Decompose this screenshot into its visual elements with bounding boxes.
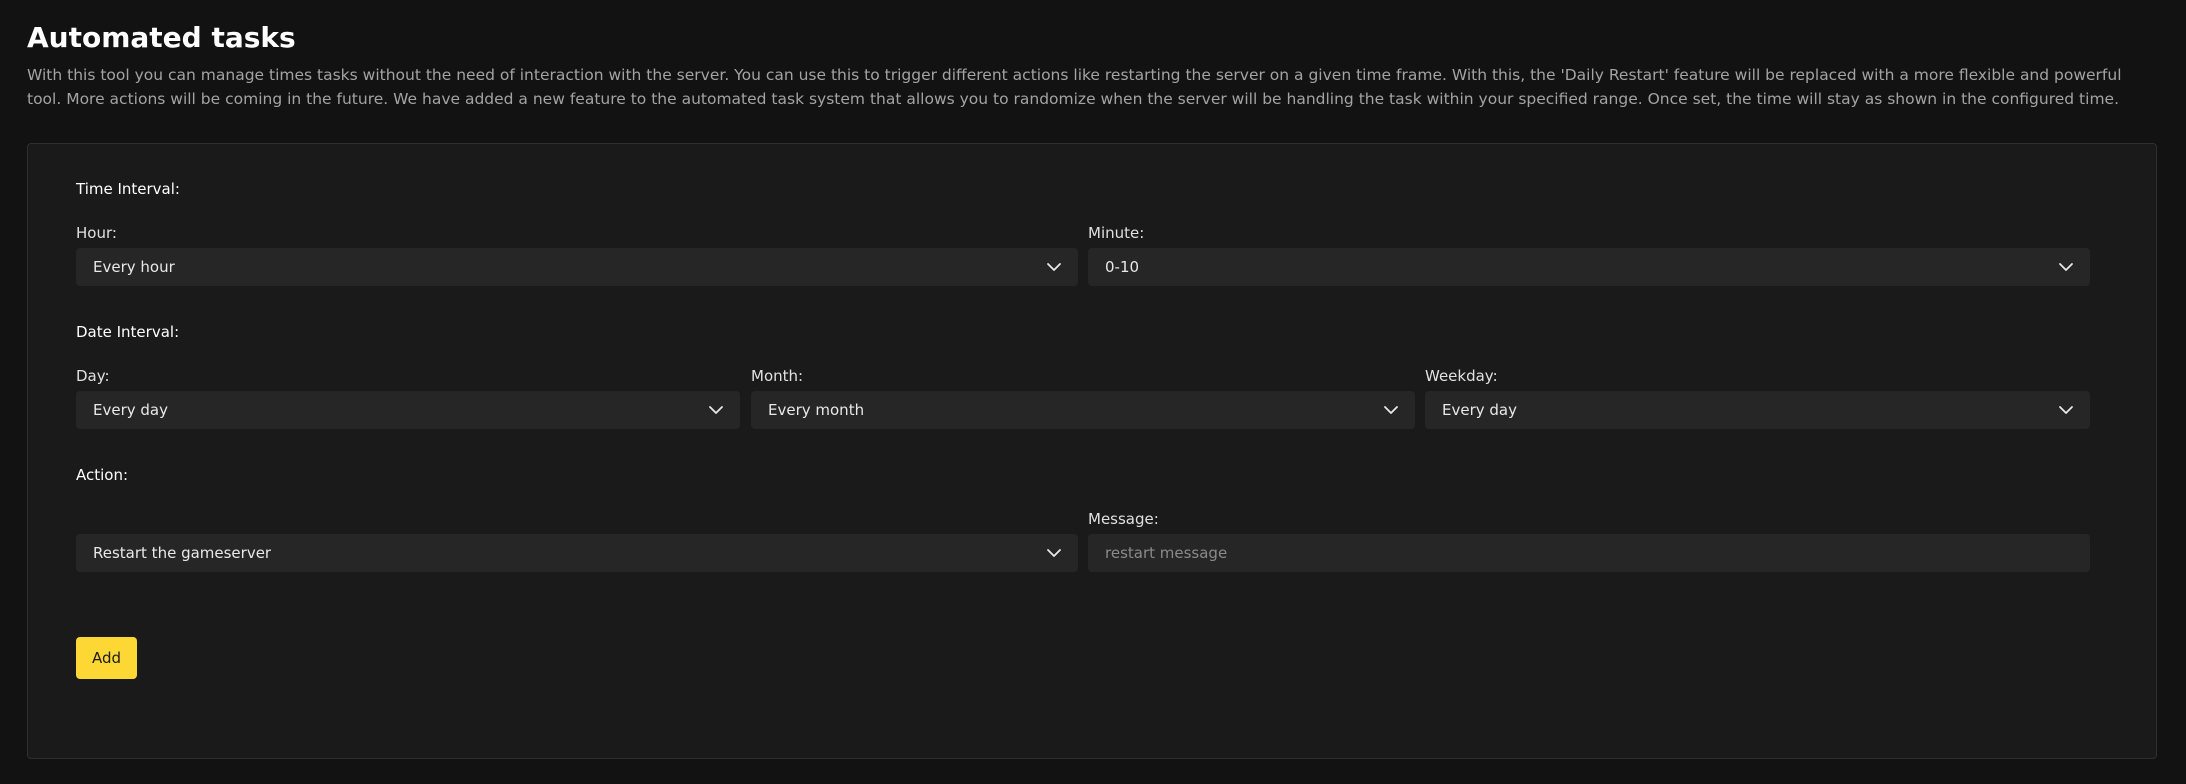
chevron-down-icon	[709, 406, 723, 414]
page-description: With this tool you can manage times task…	[27, 66, 2122, 108]
chevron-down-icon	[1047, 549, 1061, 557]
hour-select[interactable]: Every hour	[76, 248, 1078, 286]
minute-select-value: 0-10	[1105, 258, 1140, 276]
message-input[interactable]	[1088, 534, 2090, 572]
month-select-value: Every month	[768, 401, 865, 419]
page-title: Automated tasks	[27, 21, 296, 54]
chevron-down-icon	[2059, 406, 2073, 414]
month-select[interactable]: Every month	[751, 391, 1415, 429]
time-interval-heading: Time Interval:	[76, 180, 180, 198]
hour-label: Hour:	[76, 224, 117, 242]
action-select-value: Restart the gameserver	[93, 544, 272, 562]
date-interval-heading: Date Interval:	[76, 323, 180, 341]
chevron-down-icon	[1047, 263, 1061, 271]
action-heading: Action:	[76, 466, 129, 484]
action-select[interactable]: Restart the gameserver	[76, 534, 1078, 572]
chevron-down-icon	[1384, 406, 1398, 414]
day-label: Day:	[76, 367, 110, 385]
message-label: Message:	[1088, 510, 1159, 528]
weekday-select-value: Every day	[1442, 401, 1517, 419]
hour-select-value: Every hour	[93, 258, 175, 276]
minute-label: Minute:	[1088, 224, 1145, 242]
minute-select[interactable]: 0-10	[1088, 248, 2090, 286]
month-label: Month:	[751, 367, 804, 385]
weekday-select[interactable]: Every day	[1425, 391, 2090, 429]
weekday-label: Weekday:	[1425, 367, 1498, 385]
chevron-down-icon	[2059, 263, 2073, 271]
task-form-card: Time Interval: Hour: Every hour Minute: …	[27, 143, 2157, 759]
add-button[interactable]: Add	[76, 637, 137, 679]
automated-tasks-page: Automated tasks With this tool you can m…	[0, 0, 2186, 784]
day-select-value: Every day	[93, 401, 168, 419]
day-select[interactable]: Every day	[76, 391, 740, 429]
